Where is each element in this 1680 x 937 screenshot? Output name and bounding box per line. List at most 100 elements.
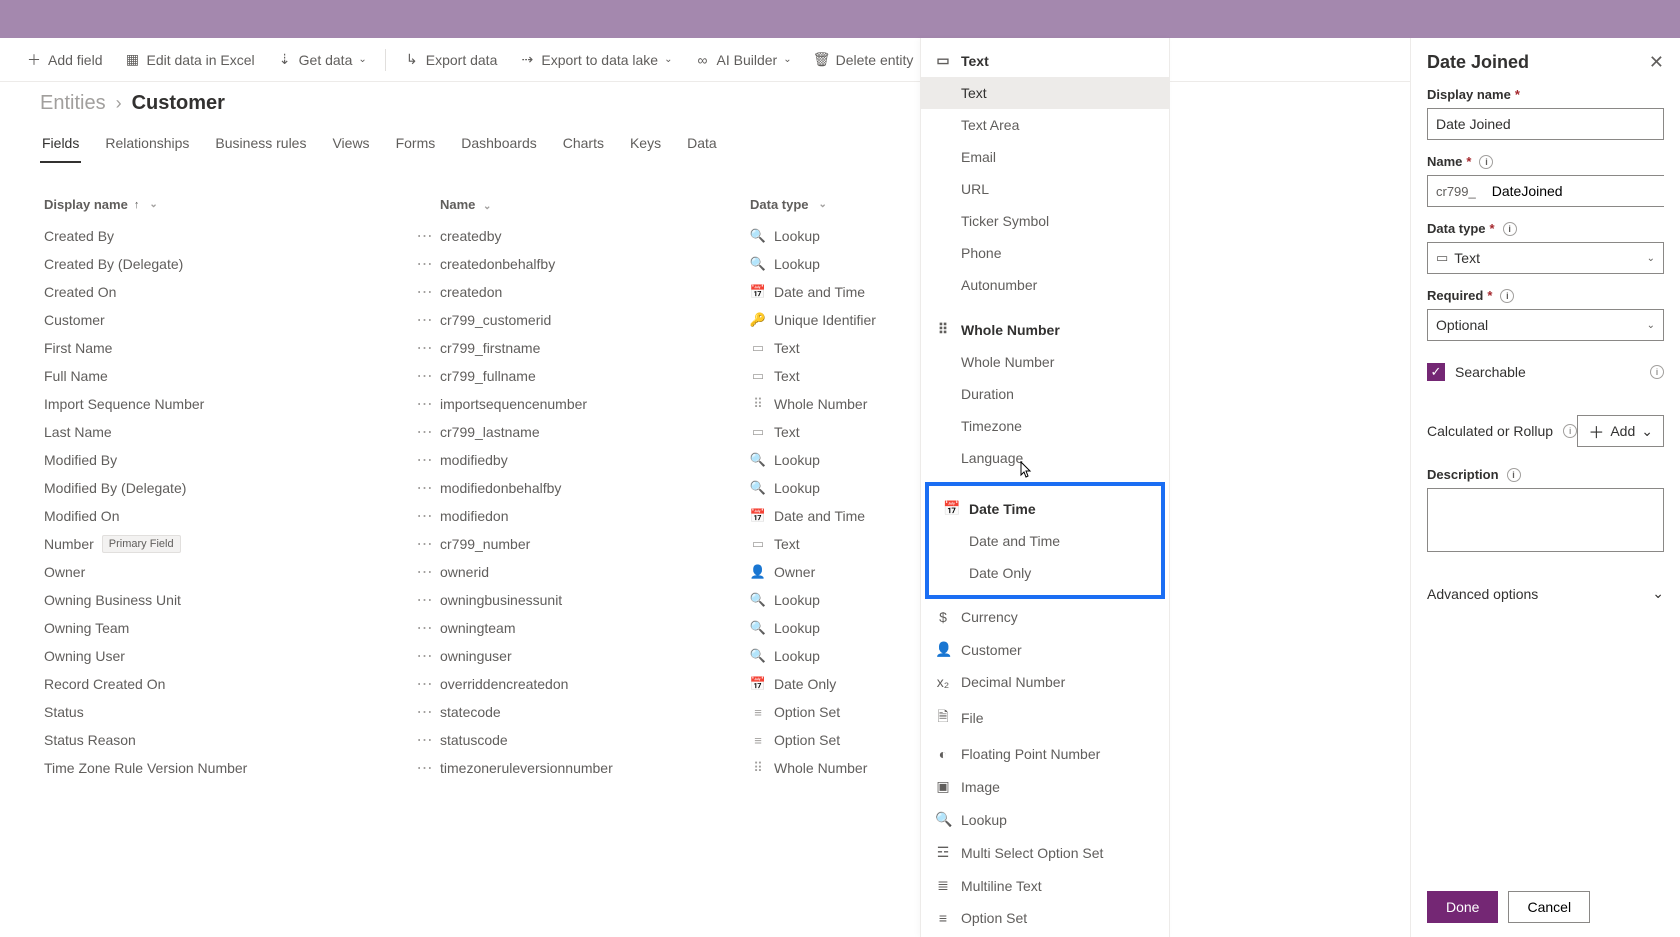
table-row[interactable]: Modified By (Delegate)⋯modifiedonbehalfb… <box>40 474 1640 502</box>
type-option-date-only[interactable]: Date Only <box>929 557 1161 589</box>
required-select[interactable]: Optional ⌄ <box>1427 309 1664 341</box>
table-row[interactable]: Full Name⋯cr799_fullname▭Text <box>40 362 1640 390</box>
more-actions-icon[interactable]: ⋯ <box>410 450 440 470</box>
type-option-whole-number[interactable]: Whole Number <box>921 346 1169 378</box>
table-row[interactable]: Record Created On⋯overriddencreatedon📅Da… <box>40 670 1640 698</box>
more-actions-icon[interactable]: ⋯ <box>410 506 440 526</box>
more-actions-icon[interactable]: ⋯ <box>410 394 440 414</box>
add-field-button[interactable]: ＋ Add field <box>18 46 110 74</box>
get-data-button[interactable]: ⇣ Get data ⌄ <box>269 46 375 74</box>
table-row[interactable]: Owner⋯ownerid👤Owner <box>40 558 1640 586</box>
tab-fields[interactable]: Fields <box>40 129 81 163</box>
more-actions-icon[interactable]: ⋯ <box>410 730 440 750</box>
more-actions-icon[interactable]: ⋯ <box>410 590 440 610</box>
name-input[interactable] <box>1484 176 1680 206</box>
type-option-decimal-number[interactable]: x₂Decimal Number <box>921 666 1169 698</box>
more-actions-icon[interactable]: ⋯ <box>410 226 440 246</box>
info-icon[interactable]: i <box>1563 424 1577 438</box>
breadcrumb-root[interactable]: Entities <box>40 92 106 115</box>
more-actions-icon[interactable]: ⋯ <box>410 338 440 358</box>
table-row[interactable]: Status Reason⋯statuscode≡Option Set <box>40 726 1640 754</box>
export-data-button[interactable]: ↳ Export data <box>396 46 506 74</box>
info-icon[interactable]: i <box>1507 468 1521 482</box>
type-option-text-area[interactable]: Text Area <box>921 109 1169 141</box>
type-option-language[interactable]: Language <box>921 442 1169 474</box>
more-actions-icon[interactable]: ⋯ <box>410 674 440 694</box>
table-row[interactable]: Modified On⋯modifiedon📅Date and Time <box>40 502 1640 530</box>
header-name[interactable]: Name ⌄ <box>440 197 750 212</box>
close-button[interactable]: ✕ <box>1649 52 1664 73</box>
tab-views[interactable]: Views <box>330 129 371 163</box>
more-actions-icon[interactable]: ⋯ <box>410 702 440 722</box>
table-row[interactable]: Created On⋯createdon📅Date and Time <box>40 278 1640 306</box>
header-display-name[interactable]: Display name ↑ ⌄ <box>40 197 440 212</box>
table-row[interactable]: Created By⋯createdby🔍Lookup <box>40 222 1640 250</box>
more-actions-icon[interactable]: ⋯ <box>410 422 440 442</box>
searchable-checkbox-row[interactable]: ✓ Searchable i <box>1427 363 1664 381</box>
type-option-file[interactable]: 🗎File <box>921 698 1169 738</box>
table-row[interactable]: Status⋯statecode≡Option Set <box>40 698 1640 726</box>
type-option-currency[interactable]: $Currency <box>921 601 1169 633</box>
type-option-phone[interactable]: Phone <box>921 237 1169 269</box>
done-button[interactable]: Done <box>1427 891 1498 923</box>
type-option-ticker-symbol[interactable]: Ticker Symbol <box>921 205 1169 237</box>
ai-builder-button[interactable]: ∞ AI Builder ⌄ <box>687 46 800 74</box>
data-type-select[interactable]: ▭ Text ⌄ <box>1427 242 1664 274</box>
type-option-image[interactable]: ▣Image <box>921 770 1169 803</box>
more-actions-icon[interactable]: ⋯ <box>410 478 440 498</box>
table-row[interactable]: Owning User⋯owninguser🔍Lookup <box>40 642 1640 670</box>
table-row[interactable]: Modified By⋯modifiedby🔍Lookup <box>40 446 1640 474</box>
info-icon[interactable]: i <box>1479 155 1493 169</box>
type-option-customer[interactable]: 👤Customer <box>921 633 1169 666</box>
cancel-button[interactable]: Cancel <box>1508 891 1590 923</box>
tab-charts[interactable]: Charts <box>561 129 606 163</box>
type-option-multiline-text[interactable]: ≣Multiline Text <box>921 869 1169 902</box>
type-option-option-set[interactable]: ≡Option Set <box>921 902 1169 934</box>
more-actions-icon[interactable]: ⋯ <box>410 758 440 778</box>
type-option-email[interactable]: Email <box>921 141 1169 173</box>
tab-data[interactable]: Data <box>685 129 719 163</box>
tab-forms[interactable]: Forms <box>394 129 438 163</box>
table-row[interactable]: Created By (Delegate)⋯createdonbehalfby🔍… <box>40 250 1640 278</box>
more-actions-icon[interactable]: ⋯ <box>410 282 440 302</box>
tab-business-rules[interactable]: Business rules <box>213 129 308 163</box>
table-row[interactable]: Owning Team⋯owningteam🔍Lookup <box>40 614 1640 642</box>
more-actions-icon[interactable]: ⋯ <box>410 366 440 386</box>
advanced-options-toggle[interactable]: Advanced options ⌄ <box>1427 585 1664 602</box>
description-input[interactable] <box>1427 488 1664 552</box>
type-option-timezone[interactable]: Timezone <box>921 410 1169 442</box>
table-row[interactable]: NumberPrimary Field⋯cr799_number▭Text <box>40 530 1640 558</box>
more-actions-icon[interactable]: ⋯ <box>410 618 440 638</box>
more-actions-icon[interactable]: ⋯ <box>410 534 440 554</box>
export-lake-button[interactable]: ⇢ Export to data lake ⌄ <box>511 46 680 74</box>
tab-dashboards[interactable]: Dashboards <box>459 129 539 163</box>
delete-entity-button[interactable]: 🗑 Delete entity <box>806 46 922 74</box>
info-icon[interactable]: i <box>1503 222 1517 236</box>
info-icon[interactable]: i <box>1650 365 1664 379</box>
display-name-input[interactable] <box>1427 108 1664 140</box>
more-actions-icon[interactable]: ⋯ <box>410 310 440 330</box>
table-row[interactable]: Time Zone Rule Version Number⋯timezoneru… <box>40 754 1640 782</box>
type-option-url[interactable]: URL <box>921 173 1169 205</box>
table-row[interactable]: Owning Business Unit⋯owningbusinessunit🔍… <box>40 586 1640 614</box>
type-option-floating-point-number[interactable]: ◐Floating Point Number <box>921 738 1169 770</box>
type-option-autonumber[interactable]: Autonumber <box>921 269 1169 301</box>
type-option-duration[interactable]: Duration <box>921 378 1169 410</box>
more-actions-icon[interactable]: ⋯ <box>410 562 440 582</box>
get-data-label: Get data <box>299 52 353 68</box>
edit-excel-button[interactable]: ▦ Edit data in Excel <box>116 46 262 74</box>
table-row[interactable]: Last Name⋯cr799_lastname▭Text <box>40 418 1640 446</box>
type-option-multi-select-option-set[interactable]: ☲Multi Select Option Set <box>921 836 1169 869</box>
add-calculated-button[interactable]: ＋ Add ⌄ <box>1577 415 1664 447</box>
info-icon[interactable]: i <box>1500 289 1514 303</box>
more-actions-icon[interactable]: ⋯ <box>410 254 440 274</box>
table-row[interactable]: Import Sequence Number⋯importsequencenum… <box>40 390 1640 418</box>
type-option-text[interactable]: Text <box>921 77 1169 109</box>
more-actions-icon[interactable]: ⋯ <box>410 646 440 666</box>
tab-keys[interactable]: Keys <box>628 129 663 163</box>
table-row[interactable]: Customer⋯cr799_customerid🔑Unique Identif… <box>40 306 1640 334</box>
type-option-date-and-time[interactable]: Date and Time <box>929 525 1161 557</box>
tab-relationships[interactable]: Relationships <box>103 129 191 163</box>
table-row[interactable]: First Name⋯cr799_firstname▭Text <box>40 334 1640 362</box>
type-option-lookup[interactable]: 🔍Lookup <box>921 803 1169 836</box>
